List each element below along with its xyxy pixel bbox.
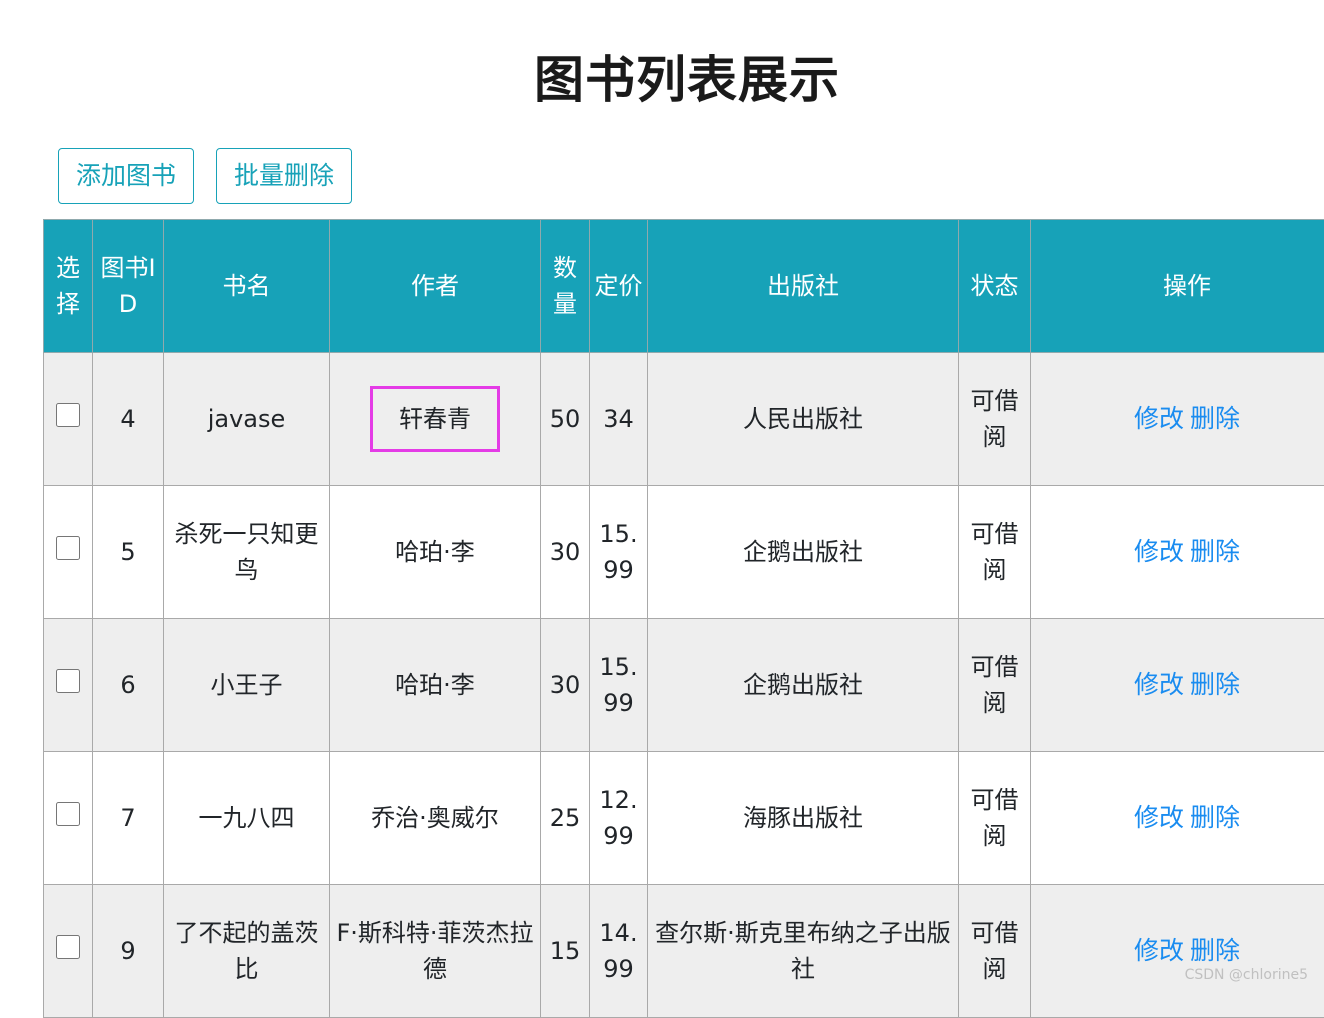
author-cell: 哈珀·李 xyxy=(330,486,541,619)
status-cell: 可借阅 xyxy=(959,353,1031,486)
price-cell: 34 xyxy=(590,353,648,486)
price-cell: 15.99 xyxy=(590,486,648,619)
author-cell: F·斯科特·菲茨杰拉德 xyxy=(330,885,541,1018)
count-cell: 15 xyxy=(541,885,590,1018)
operations-cell: 修改删除 xyxy=(1031,885,1324,1018)
select-cell xyxy=(44,486,93,619)
table-row: 5 杀死一只知更鸟 哈珀·李 30 15.99 企鹅出版社 可借阅 修改删除 xyxy=(44,486,1324,619)
watermark: CSDN @chlorine5 xyxy=(1185,967,1308,983)
page-title: 图书列表展示 xyxy=(0,40,1324,112)
delete-link[interactable]: 删除 xyxy=(1190,537,1240,566)
edit-link[interactable]: 修改 xyxy=(1134,537,1184,566)
delete-link[interactable]: 删除 xyxy=(1190,936,1240,965)
count-cell: 30 xyxy=(541,486,590,619)
highlighted-author: 轩春青 xyxy=(373,389,497,449)
select-cell xyxy=(44,752,93,885)
edit-link[interactable]: 修改 xyxy=(1134,803,1184,832)
book-id-cell: 5 xyxy=(93,486,164,619)
count-cell: 50 xyxy=(541,353,590,486)
row-checkbox[interactable] xyxy=(56,802,80,826)
select-cell xyxy=(44,353,93,486)
book-id-cell: 9 xyxy=(93,885,164,1018)
delete-link[interactable]: 删除 xyxy=(1190,670,1240,699)
price-cell: 15.99 xyxy=(590,619,648,752)
edit-link[interactable]: 修改 xyxy=(1134,404,1184,433)
header-price: 定价 xyxy=(590,220,648,353)
author-cell: 轩春青 xyxy=(330,353,541,486)
book-name-cell: 一九八四 xyxy=(164,752,330,885)
status-cell: 可借阅 xyxy=(959,885,1031,1018)
row-checkbox[interactable] xyxy=(56,669,80,693)
author-cell: 哈珀·李 xyxy=(330,619,541,752)
table-row: 9 了不起的盖茨比 F·斯科特·菲茨杰拉德 15 14.99 查尔斯·斯克里布纳… xyxy=(44,885,1324,1018)
header-operations: 操作 xyxy=(1031,220,1324,353)
status-cell: 可借阅 xyxy=(959,619,1031,752)
table-row: 6 小王子 哈珀·李 30 15.99 企鹅出版社 可借阅 修改删除 xyxy=(44,619,1324,752)
delete-link[interactable]: 删除 xyxy=(1190,404,1240,433)
batch-delete-button[interactable]: 批量删除 xyxy=(216,148,352,204)
publisher-cell: 查尔斯·斯克里布纳之子出版社 xyxy=(648,885,959,1018)
book-name-cell: 杀死一只知更鸟 xyxy=(164,486,330,619)
header-select: 选择 xyxy=(44,220,93,353)
header-publisher: 出版社 xyxy=(648,220,959,353)
status-cell: 可借阅 xyxy=(959,752,1031,885)
author-cell: 乔治·奥威尔 xyxy=(330,752,541,885)
toolbar: 添加图书 批量删除 xyxy=(58,148,352,204)
header-count: 数量 xyxy=(541,220,590,353)
count-cell: 25 xyxy=(541,752,590,885)
book-id-cell: 7 xyxy=(93,752,164,885)
header-book-id: 图书ID xyxy=(93,220,164,353)
operations-cell: 修改删除 xyxy=(1031,752,1324,885)
book-name-cell: 小王子 xyxy=(164,619,330,752)
add-book-button[interactable]: 添加图书 xyxy=(58,148,194,204)
status-cell: 可借阅 xyxy=(959,486,1031,619)
publisher-cell: 企鹅出版社 xyxy=(648,486,959,619)
table-row: 7 一九八四 乔治·奥威尔 25 12.99 海豚出版社 可借阅 修改删除 xyxy=(44,752,1324,885)
operations-cell: 修改删除 xyxy=(1031,619,1324,752)
row-checkbox[interactable] xyxy=(56,536,80,560)
select-cell xyxy=(44,885,93,1018)
row-checkbox[interactable] xyxy=(56,403,80,427)
book-id-cell: 6 xyxy=(93,619,164,752)
operations-cell: 修改删除 xyxy=(1031,353,1324,486)
price-cell: 12.99 xyxy=(590,752,648,885)
row-checkbox[interactable] xyxy=(56,935,80,959)
publisher-cell: 人民出版社 xyxy=(648,353,959,486)
publisher-cell: 企鹅出版社 xyxy=(648,619,959,752)
book-id-cell: 4 xyxy=(93,353,164,486)
price-cell: 14.99 xyxy=(590,885,648,1018)
book-name-cell: 了不起的盖茨比 xyxy=(164,885,330,1018)
count-cell: 30 xyxy=(541,619,590,752)
operations-cell: 修改删除 xyxy=(1031,486,1324,619)
header-book-name: 书名 xyxy=(164,220,330,353)
publisher-cell: 海豚出版社 xyxy=(648,752,959,885)
delete-link[interactable]: 删除 xyxy=(1190,803,1240,832)
edit-link[interactable]: 修改 xyxy=(1134,936,1184,965)
book-table: 选择 图书ID 书名 作者 数量 定价 出版社 状态 操作 4 javase 轩… xyxy=(43,219,1324,1018)
table-header-row: 选择 图书ID 书名 作者 数量 定价 出版社 状态 操作 xyxy=(44,220,1324,353)
table-row: 4 javase 轩春青 50 34 人民出版社 可借阅 修改删除 xyxy=(44,353,1324,486)
book-name-cell: javase xyxy=(164,353,330,486)
select-cell xyxy=(44,619,93,752)
edit-link[interactable]: 修改 xyxy=(1134,670,1184,699)
header-status: 状态 xyxy=(959,220,1031,353)
header-author: 作者 xyxy=(330,220,541,353)
